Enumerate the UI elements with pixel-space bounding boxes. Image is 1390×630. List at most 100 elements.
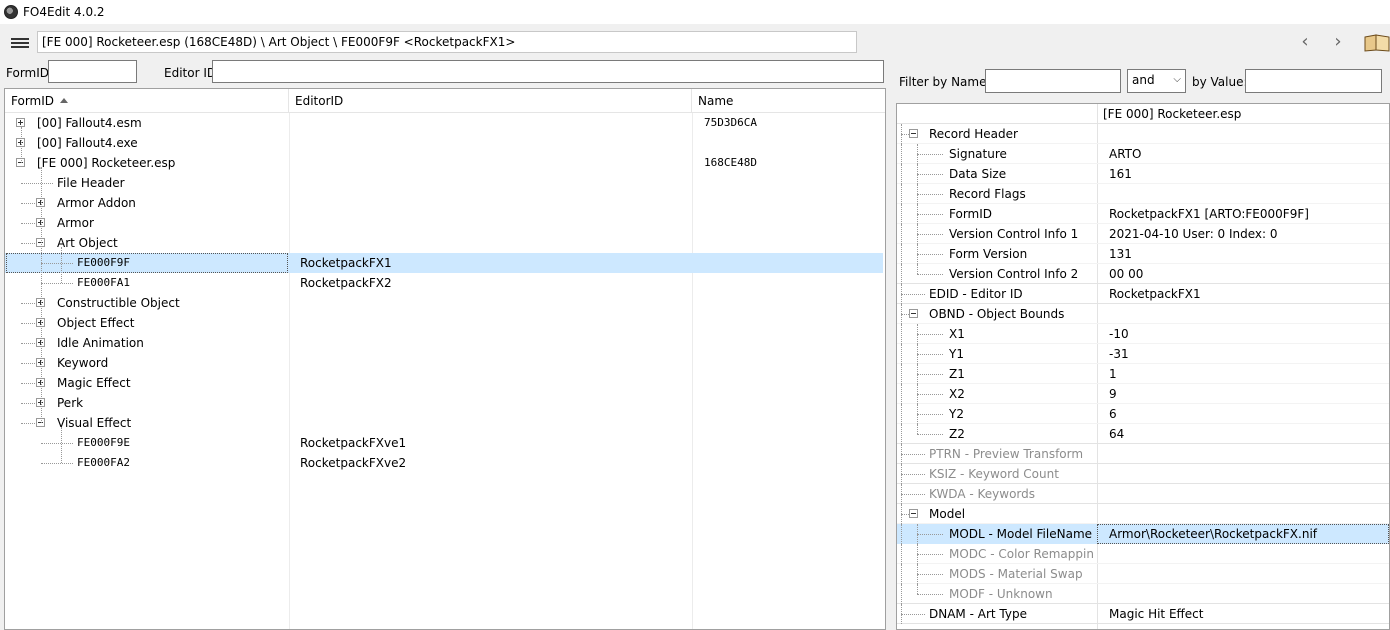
tree-row[interactable]: Idle Animation	[5, 333, 885, 353]
record-field-row[interactable]: Version Control Info 2 00 00	[897, 264, 1389, 284]
tree-connector	[917, 214, 943, 215]
tree-connector	[901, 514, 909, 515]
tree-row[interactable]: Constructible Object	[5, 293, 885, 313]
record-field-row[interactable]: PTRN - Preview Transform	[897, 444, 1389, 464]
collapse-icon[interactable]	[909, 309, 918, 318]
tree-connector	[21, 383, 37, 384]
record-field-name: MODC - Color Remappin...	[949, 547, 1093, 561]
tree-row[interactable]: [00] Fallout4.esm 75D3D6CA	[5, 113, 885, 133]
record-field-value: Armor\Rocketeer\RocketpackFX.nif	[1109, 527, 1317, 541]
tree-connector	[901, 494, 925, 495]
tree-row[interactable]: Keyword	[5, 353, 885, 373]
tree-row[interactable]: [FE 000] Rocketeer.esp 168CE48D	[5, 153, 885, 173]
record-field-row[interactable]: Signature ARTO	[897, 144, 1389, 164]
tree-row-editorid: RocketpackFXve1	[300, 436, 407, 450]
filter-operator-select[interactable]: and ⌵	[1127, 69, 1186, 93]
record-field-row[interactable]: Z2 64	[897, 424, 1389, 444]
book-icon[interactable]	[1364, 34, 1390, 52]
column-header-editorid[interactable]: EditorID	[289, 89, 692, 113]
tree-row-formid: Visual Effect	[57, 416, 132, 430]
tree-row[interactable]: [00] Fallout4.exe	[5, 133, 885, 153]
record-field-row[interactable]: X1 -10	[897, 324, 1389, 344]
filter-by-name-input[interactable]	[985, 69, 1121, 93]
record-field-row[interactable]: Record Header	[897, 124, 1389, 144]
expand-icon[interactable]	[16, 118, 25, 127]
tree-connector	[917, 264, 918, 274]
record-field-row[interactable]: Y1 -31	[897, 344, 1389, 364]
tree-connector	[61, 247, 62, 283]
tree-body: [00] Fallout4.esm 75D3D6CA [00] Fallout4.e…	[5, 113, 885, 473]
tree-row[interactable]: FE000FA1 RocketpackFX2	[5, 273, 885, 293]
record-field-name: KWDA - Keywords	[929, 487, 1036, 501]
tree-row[interactable]: Magic Effect	[5, 373, 885, 393]
tree-connector	[917, 424, 918, 434]
formid-filter-input[interactable]	[48, 60, 137, 83]
tree-connector	[901, 584, 902, 604]
tree-row[interactable]: FE000F9F RocketpackFX1	[5, 253, 885, 273]
tree-row-formid: File Header	[57, 176, 125, 190]
record-field-name: OBND - Object Bounds	[929, 307, 1065, 321]
record-field-row[interactable]: MODF - Unknown	[897, 584, 1389, 604]
record-field-row[interactable]: MODS - Material Swap	[897, 564, 1389, 584]
record-field-name: Y1	[949, 347, 964, 361]
record-field-row[interactable]: MODL - Model FileName Armor\Rocketeer\Roc…	[897, 524, 1389, 544]
tree-row-formid: [00] Fallout4.exe	[37, 136, 138, 150]
collapse-icon[interactable]	[909, 509, 918, 518]
record-field-row[interactable]: Data Size 161	[897, 164, 1389, 184]
tree-row[interactable]: FE000F9E RocketpackFXve1	[5, 433, 885, 453]
record-field-name: Version Control Info 1	[949, 227, 1079, 241]
tree-connector	[917, 594, 943, 595]
collapse-icon[interactable]	[909, 129, 918, 138]
tree-row-formid: Keyword	[57, 356, 109, 370]
tree-row[interactable]: FE000FA2 RocketpackFXve2	[5, 453, 885, 473]
tree-connector	[917, 554, 943, 555]
tree-connector	[917, 534, 943, 535]
record-field-row[interactable]: Y2 6	[897, 404, 1389, 424]
record-field-row[interactable]: FormID RocketpackFX1 [ARTO:FE000F9F]	[897, 204, 1389, 224]
filter-by-value-input[interactable]	[1245, 69, 1382, 93]
tree-row[interactable]: Object Effect	[5, 313, 885, 333]
editorid-filter-input[interactable]	[212, 60, 884, 83]
record-field-row[interactable]: KSIZ - Keyword Count	[897, 464, 1389, 484]
record-field-value: ARTO	[1109, 147, 1142, 161]
tree-connector	[901, 524, 902, 544]
tree-connector	[41, 463, 73, 464]
record-field-row[interactable]: KWDA - Keywords	[897, 484, 1389, 504]
record-field-row[interactable]: OBND - Object Bounds	[897, 304, 1389, 324]
tree-connector	[901, 544, 902, 564]
tree-connector	[901, 134, 909, 135]
menu-icon[interactable]	[11, 38, 29, 48]
column-header-formid[interactable]: FormID	[5, 89, 289, 113]
record-field-row[interactable]: Record Flags	[897, 184, 1389, 204]
record-field-name: Form Version	[949, 247, 1028, 261]
record-body: Record Header Signature ARTO Data Size 161 Re…	[897, 124, 1389, 624]
record-field-row[interactable]: DNAM - Art Type Magic Hit Effect	[897, 604, 1389, 624]
record-field-row[interactable]: MODC - Color Remappin...	[897, 544, 1389, 564]
record-field-row[interactable]: Z1 1	[897, 364, 1389, 384]
tree-row[interactable]: Art Object	[5, 233, 885, 253]
tree-row[interactable]: Armor	[5, 213, 885, 233]
record-field-name: DNAM - Art Type	[929, 607, 1027, 621]
record-field-value: 131	[1109, 247, 1132, 261]
record-field-name: Signature	[949, 147, 1007, 161]
record-file-header-row: [FE 000] Rocketeer.esp	[897, 104, 1389, 124]
record-field-row[interactable]: X2 9	[897, 384, 1389, 404]
tree-connector	[21, 223, 37, 224]
record-field-row[interactable]: Version Control Info 1 2021-04-10 User: 0…	[897, 224, 1389, 244]
tree-row[interactable]: Perk	[5, 393, 885, 413]
record-field-row[interactable]: Form Version 131	[897, 244, 1389, 264]
record-view: [FE 000] Rocketeer.esp Record Header Sign…	[896, 103, 1390, 630]
record-field-name: X2	[949, 387, 965, 401]
column-header-name[interactable]: Name	[692, 89, 883, 113]
tree-connector	[901, 384, 902, 404]
record-field-row[interactable]: EDID - Editor ID RocketpackFX1	[897, 284, 1389, 304]
tree-row[interactable]: Armor Addon	[5, 193, 885, 213]
record-field-row[interactable]: Model	[897, 504, 1389, 524]
forward-arrow-icon[interactable]: ›	[1327, 32, 1349, 54]
record-path-field[interactable]: [FE 000] Rocketeer.esp (168CE48D) \ Art …	[37, 31, 857, 53]
record-field-name: Version Control Info 2	[949, 267, 1079, 281]
tree-connector	[917, 154, 943, 155]
tree-row[interactable]: File Header	[5, 173, 885, 193]
tree-row[interactable]: Visual Effect	[5, 413, 885, 433]
back-arrow-icon[interactable]: ‹	[1294, 32, 1316, 54]
